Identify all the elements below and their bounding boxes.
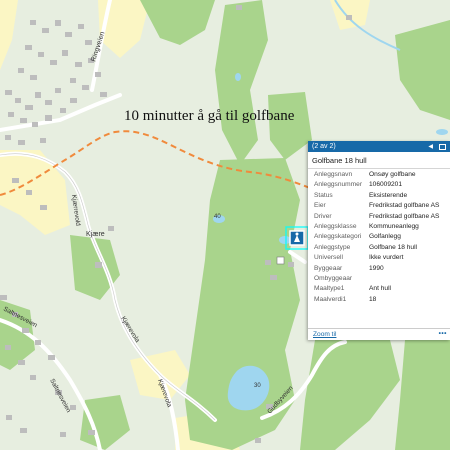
attribute-value: Golfanlegg [369, 233, 401, 241]
route-annotation: 10 minutter å gå til golfbane [124, 108, 295, 124]
attribute-value: Kommuneanlegg [369, 223, 419, 231]
more-options-icon[interactable]: ••• [439, 328, 447, 339]
elevation-label-30: 30 [254, 383, 261, 389]
popup-title: Golfbane 18 hull [308, 152, 450, 169]
attribute-row: Ombyggeaar [308, 274, 450, 284]
attribute-table: Anleggsnavn Onsøy golfbane Anleggsnummer 1… [308, 169, 450, 324]
attribute-key: Eier [314, 202, 326, 210]
attribute-row: Maaltype1 Ant hull [308, 284, 450, 294]
attribute-row: Anleggstype Golfbane 18 hull [308, 243, 450, 253]
attribute-value: Fredrikstad golfbane AS [369, 212, 440, 220]
attribute-value: Ant hull [369, 285, 391, 293]
elevation-label-40: 40 [214, 214, 221, 220]
pond [279, 236, 291, 244]
attribute-value: 1990 [369, 264, 384, 272]
feature-popup[interactable]: (2 av 2) ◀ Golfbane 18 hull Anleggsnavn O… [308, 141, 450, 340]
attribute-key: Ombyggeaar [314, 275, 353, 283]
attribute-value: Ikke vurdert [369, 254, 404, 262]
attribute-value: Onsøy golfbane [369, 171, 416, 178]
attribute-row: Eier Fredrikstad golfbane AS [308, 201, 450, 211]
popup-header: (2 av 2) ◀ [308, 141, 450, 152]
attribute-key: Anleggsklasse [314, 223, 357, 231]
zoom-to-link[interactable]: Zoom til [313, 331, 336, 338]
golf-clubhouse-icon [276, 256, 285, 265]
attribute-value: Fredrikstad golfbane AS [369, 202, 440, 210]
attribute-key: Anleggstype [314, 243, 351, 251]
attribute-key: Byggeaar [314, 264, 343, 272]
attribute-key: Status [314, 191, 333, 199]
attribute-key: Universell [314, 254, 343, 262]
popup-pager: (2 av 2) [312, 143, 336, 150]
attribute-key: Anleggsnummer [314, 181, 363, 189]
attribute-row: Anleggsnavn Onsøy golfbane [308, 170, 450, 180]
attribute-key: Anleggskategori [314, 233, 362, 241]
attribute-row: Anleggsklasse Kommuneanlegg [308, 222, 450, 232]
attribute-row: Universell Ikke vurdert [308, 253, 450, 263]
attribute-key: Maalverdi1 [314, 295, 347, 303]
pond [235, 73, 241, 81]
attribute-value: Golfbane 18 hull [369, 243, 418, 251]
maximize-icon[interactable] [439, 143, 446, 150]
attribute-key: Driver [314, 212, 332, 220]
place-label-kjaere: Kjære [86, 231, 105, 238]
attribute-row: Anleggsnummer 106009201 [308, 180, 450, 190]
attribute-value: 18 [369, 295, 377, 303]
attribute-row: Driver Fredrikstad golfbane AS [308, 212, 450, 222]
attribute-value: 106009201 [369, 181, 403, 189]
attribute-row: Byggeaar 1990 [308, 264, 450, 274]
attribute-value: Eksisterende [369, 191, 408, 199]
pond [436, 129, 448, 135]
attribute-row: Status Eksisterende [308, 191, 450, 201]
previous-arrow-icon[interactable]: ◀ [428, 143, 433, 150]
golf-facility-marker[interactable] [289, 230, 305, 246]
attribute-key: Maaltype1 [314, 285, 345, 293]
attribute-row: Maalverdi1 18 [308, 295, 450, 305]
attribute-key: Anleggsnavn [314, 171, 353, 178]
popup-footer: Zoom til ••• [308, 328, 450, 340]
attribute-row: Anleggskategori Golfanlegg [308, 232, 450, 242]
